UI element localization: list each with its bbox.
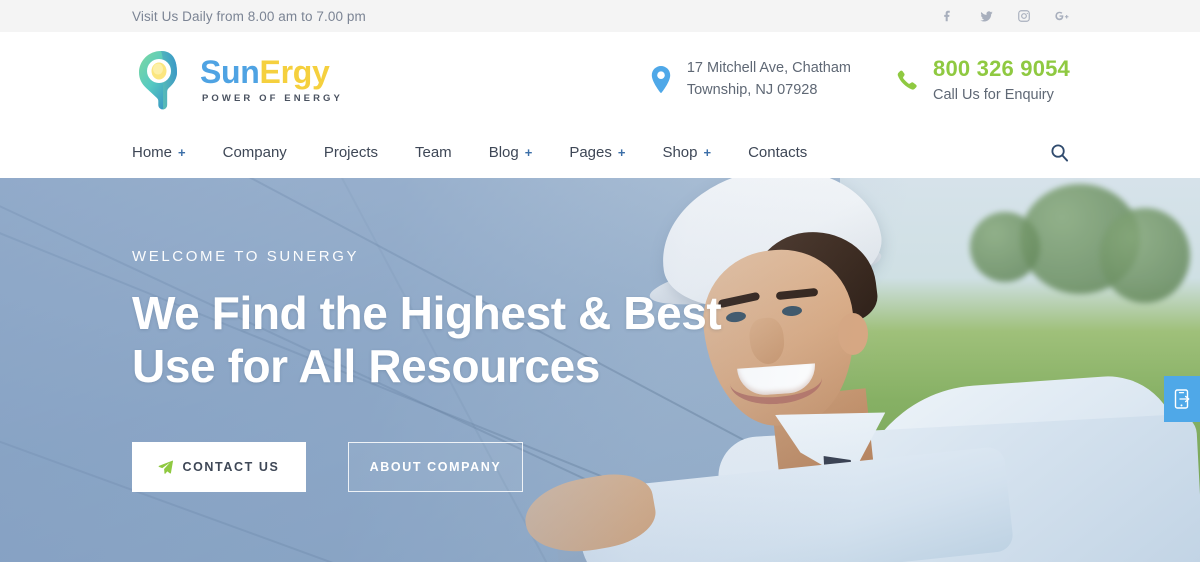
opening-hours-text: Visit Us Daily from 8.00 am to 7.00 pm [132,8,366,24]
nav-label: Projects [323,144,378,161]
logo-wordmark: SunErgy POWER OF ENERGY [200,56,343,104]
nav-item-contacts[interactable]: Contacts [748,144,828,161]
hero-content: WELCOME TO SUNERGY We Find the Highest &… [132,178,772,562]
site-logo[interactable]: SunErgy POWER OF ENERGY [132,49,343,111]
about-company-button[interactable]: ABOUT COMPANY [348,442,523,493]
phone-subtitle: Call Us for Enquiry [933,87,1054,104]
phone-number[interactable]: 800 326 9054 [933,53,1070,85]
twitter-icon[interactable] [978,8,994,24]
header-phone[interactable]: 800 326 9054 Call Us for Enquiry [895,53,1070,107]
nav-label: Contacts [748,144,808,161]
chevron-plus-icon: + [524,145,533,160]
nav-label: Shop [662,144,698,161]
social-links [940,8,1070,24]
facebook-icon[interactable] [940,8,956,24]
site-header: SunErgy POWER OF ENERGY 17 Mitchell Ave,… [0,32,1200,127]
hero-title-line-1: We Find the Highest & Best [132,286,722,339]
nav-list: Home + Company Projects Team Blog + Page… [132,144,844,161]
paper-plane-icon [158,460,174,475]
nav-label: Team [415,144,452,161]
chevron-plus-icon: + [178,145,186,160]
nav-item-home[interactable]: Home + [132,144,207,161]
header-contact-group: 17 Mitchell Ave, Chatham Township, NJ 07… [649,53,1070,107]
address-lines: 17 Mitchell Ave, Chatham Township, NJ 07… [687,58,851,100]
top-bar: Visit Us Daily from 8.00 am to 7.00 pm [0,0,1200,32]
google-plus-icon[interactable] [1054,8,1070,24]
mobile-device-icon[interactable] [1164,376,1200,422]
contact-us-button[interactable]: CONTACT US [132,442,306,493]
chevron-plus-icon: + [703,145,712,160]
hero-title: We Find the Highest & Best Use for All R… [132,287,772,393]
hero-kicker: WELCOME TO SUNERGY [132,247,360,265]
logo-text-ergy: Ergy [259,53,330,90]
nav-item-projects[interactable]: Projects [324,144,399,161]
phone-icon [895,66,919,94]
nav-item-team[interactable]: Team [415,144,473,161]
phone-lines: 800 326 9054 Call Us for Enquiry [933,53,1070,107]
address-line-2: Township, NJ 07928 [686,81,818,98]
about-company-label: ABOUT COMPANY [369,460,502,475]
nav-label: Company [222,144,287,161]
nav-label: Blog [488,144,519,161]
main-navigation: Home + Company Projects Team Blog + Page… [0,127,1200,178]
instagram-icon[interactable] [1016,8,1032,24]
nav-label: Home [132,144,173,161]
nav-label: Pages [569,144,612,161]
hero-title-line-2: Use for All Resources [132,339,600,392]
sunergy-logo-icon [132,49,190,111]
header-address: 17 Mitchell Ave, Chatham Township, NJ 07… [649,58,851,100]
nav-item-blog[interactable]: Blog + [489,144,554,161]
page-root: Visit Us Daily from 8.00 am to 7.00 pm S… [0,0,1200,562]
map-pin-icon [649,66,673,94]
hero-buttons: CONTACT US ABOUT COMPANY [132,442,772,493]
logo-tagline: POWER OF ENERGY [202,92,343,104]
address-line-1: 17 Mitchell Ave, Chatham [686,60,852,77]
nav-item-shop[interactable]: Shop + [662,144,732,161]
nav-item-pages[interactable]: Pages + [569,144,646,161]
nav-item-company[interactable]: Company [223,144,308,161]
contact-us-label: CONTACT US [182,460,280,475]
chevron-plus-icon: + [617,145,626,160]
search-icon[interactable] [1048,142,1070,164]
logo-text-sun: Sun [200,53,260,90]
hero-banner: WELCOME TO SUNERGY We Find the Highest &… [0,178,1200,562]
